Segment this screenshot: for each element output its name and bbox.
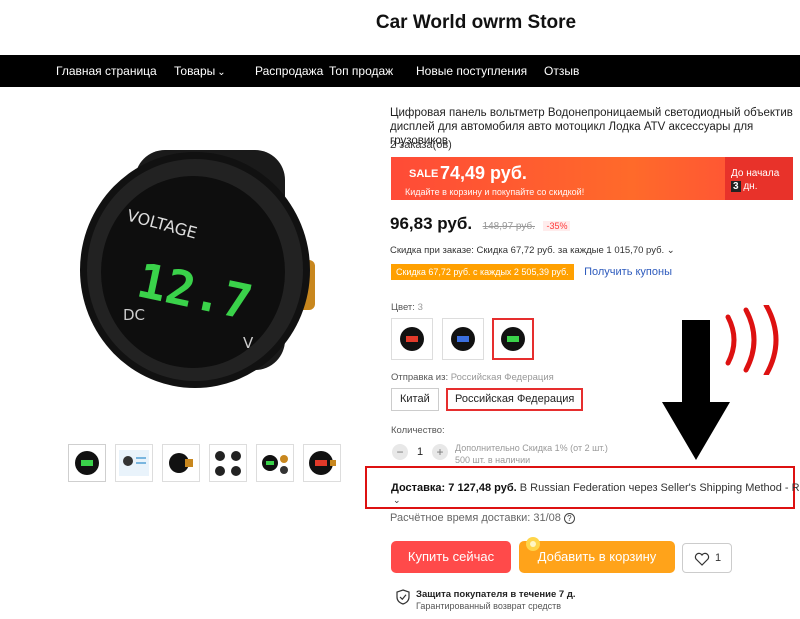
nav-item-products[interactable]: Товары ⌄ bbox=[174, 64, 226, 78]
thumbnail-image-icon bbox=[119, 450, 149, 476]
protection-subtitle: Гарантированный возврат средств bbox=[416, 601, 562, 611]
buy-now-button[interactable]: Купить сейчас bbox=[391, 541, 511, 573]
main-product-image[interactable]: VOLTAGE 12.7 DC V bbox=[75, 110, 345, 410]
coupon-chip: Скидка 67,72 руб. с каждых 2 505,39 руб. bbox=[391, 264, 574, 280]
display-dc-label: DC bbox=[123, 306, 145, 324]
sale-countdown: До начала 3 дн. bbox=[725, 157, 793, 200]
quantity-note: Дополнительно Скидка 1% (от 2 шт.) 500 ш… bbox=[455, 442, 608, 466]
thumbnail-image-icon bbox=[75, 451, 99, 475]
price-row: 96,83 руб. 148,97 руб. -35% bbox=[390, 214, 571, 234]
discount-badge: -35% bbox=[543, 221, 571, 231]
stock-note: 500 шт. в наличии bbox=[455, 455, 531, 465]
countdown-prefix: До начала bbox=[731, 168, 780, 179]
quantity-decrease-button[interactable]: − bbox=[392, 444, 408, 460]
color-option-red[interactable] bbox=[391, 318, 433, 360]
sale-tag: SALE bbox=[409, 168, 439, 180]
wishlist-button[interactable]: 1 bbox=[682, 543, 732, 573]
color-option-green[interactable] bbox=[492, 318, 534, 360]
signal-waves-icon bbox=[725, 305, 779, 375]
store-title: Car World owrm Store bbox=[375, 12, 577, 33]
nav-item-sale[interactable]: Распродажа bbox=[255, 64, 323, 78]
nav-item-new-arrivals[interactable]: Новые поступления bbox=[416, 64, 527, 78]
countdown-days-row: 3 дн. bbox=[731, 181, 757, 192]
countdown-days: 3 bbox=[731, 181, 741, 192]
color-swatch-icon bbox=[501, 327, 525, 351]
delivery-info[interactable]: Доставка: 7 127,48 руб. В Russian Federa… bbox=[391, 482, 800, 494]
quantity-label: Количество: bbox=[391, 425, 445, 436]
top-nav-bar: Главная страница Товары ⌄ Распродажа Топ … bbox=[0, 55, 800, 87]
sale-subtitle: Кидайте в корзину и покупайте со скидкой… bbox=[405, 187, 585, 197]
nav-item-top-sales[interactable]: Топ продаж bbox=[329, 64, 393, 78]
help-icon[interactable]: ? bbox=[563, 513, 575, 524]
ship-from-label: Отправка из: bbox=[391, 372, 449, 383]
chevron-down-icon[interactable]: ⌄ bbox=[393, 495, 401, 506]
ship-from-option-china[interactable]: Китай bbox=[391, 388, 439, 411]
thumbnail-image-icon bbox=[309, 451, 336, 475]
nav-item-products-label: Товары bbox=[174, 64, 216, 78]
sale-price: 74,49 руб. bbox=[440, 163, 527, 183]
sale-banner: SALE 74,49 руб. Кидайте в корзину и поку… bbox=[391, 157, 793, 200]
delivery-cost: Доставка: 7 127,48 руб. bbox=[391, 482, 517, 494]
thumbnail-5[interactable] bbox=[256, 444, 294, 482]
color-value: 3 bbox=[417, 302, 423, 313]
thumbnail-2[interactable] bbox=[115, 444, 153, 482]
delivery-eta: Расчётное время доставки: 31/08? bbox=[390, 512, 575, 524]
wishlist-count: 1 bbox=[715, 552, 722, 564]
delivery-method: В Russian Federation через Seller's Ship… bbox=[519, 482, 800, 494]
thumbnail-image-icon bbox=[169, 453, 193, 473]
order-discount-info[interactable]: Скидка при заказе: Скидка 67,72 руб. за … bbox=[390, 245, 675, 256]
thumbnail-1[interactable] bbox=[68, 444, 106, 482]
ship-from-value: Российская Федерация bbox=[450, 372, 554, 383]
heart-icon bbox=[694, 552, 710, 566]
color-option-blue[interactable] bbox=[442, 318, 484, 360]
sparkle-icon bbox=[526, 537, 540, 551]
protection-title: Защита покупателя в течение 7 д. bbox=[416, 589, 576, 600]
old-price: 148,97 руб. bbox=[482, 221, 535, 232]
color-label-row: Цвет: 3 bbox=[391, 302, 423, 313]
thumbnail-image-icon bbox=[262, 455, 288, 474]
delivery-info-highlight: Доставка: 7 127,48 руб. В Russian Federa… bbox=[365, 466, 800, 509]
chevron-down-icon: ⌄ bbox=[217, 67, 226, 78]
color-swatch-icon bbox=[451, 327, 475, 351]
quantity-value[interactable]: 1 bbox=[412, 446, 428, 458]
thumbnail-3[interactable] bbox=[162, 444, 200, 482]
ship-from-option-russia[interactable]: Российская Федерация bbox=[446, 388, 584, 411]
current-price: 96,83 руб. bbox=[390, 214, 473, 233]
ship-from-label-row: Отправка из: Российская Федерация bbox=[391, 372, 554, 383]
display-v-label: V bbox=[243, 334, 254, 352]
orders-count: 2 заказа(ов) bbox=[390, 139, 452, 151]
thumbnail-image-icon bbox=[215, 451, 241, 476]
thumbnail-6[interactable] bbox=[303, 444, 341, 482]
thumbnail-4[interactable] bbox=[209, 444, 247, 482]
shield-check-icon bbox=[396, 589, 410, 605]
color-swatch-icon bbox=[400, 327, 424, 351]
countdown-unit: дн. bbox=[743, 181, 758, 192]
nav-item-reviews[interactable]: Отзыв bbox=[544, 64, 579, 78]
nav-item-home[interactable]: Главная страница bbox=[56, 64, 157, 78]
coupon-row: Скидка 67,72 руб. с каждых 2 505,39 руб.… bbox=[391, 262, 672, 280]
delivery-eta-text: Расчётное время доставки: 31/08 bbox=[390, 512, 561, 524]
bulk-discount-note: Дополнительно Скидка 1% (от 2 шт.) bbox=[455, 443, 608, 453]
get-coupons-link[interactable]: Получить купоны bbox=[584, 266, 672, 278]
color-label: Цвет: bbox=[391, 302, 415, 313]
quantity-increase-button[interactable]: + bbox=[432, 444, 448, 460]
